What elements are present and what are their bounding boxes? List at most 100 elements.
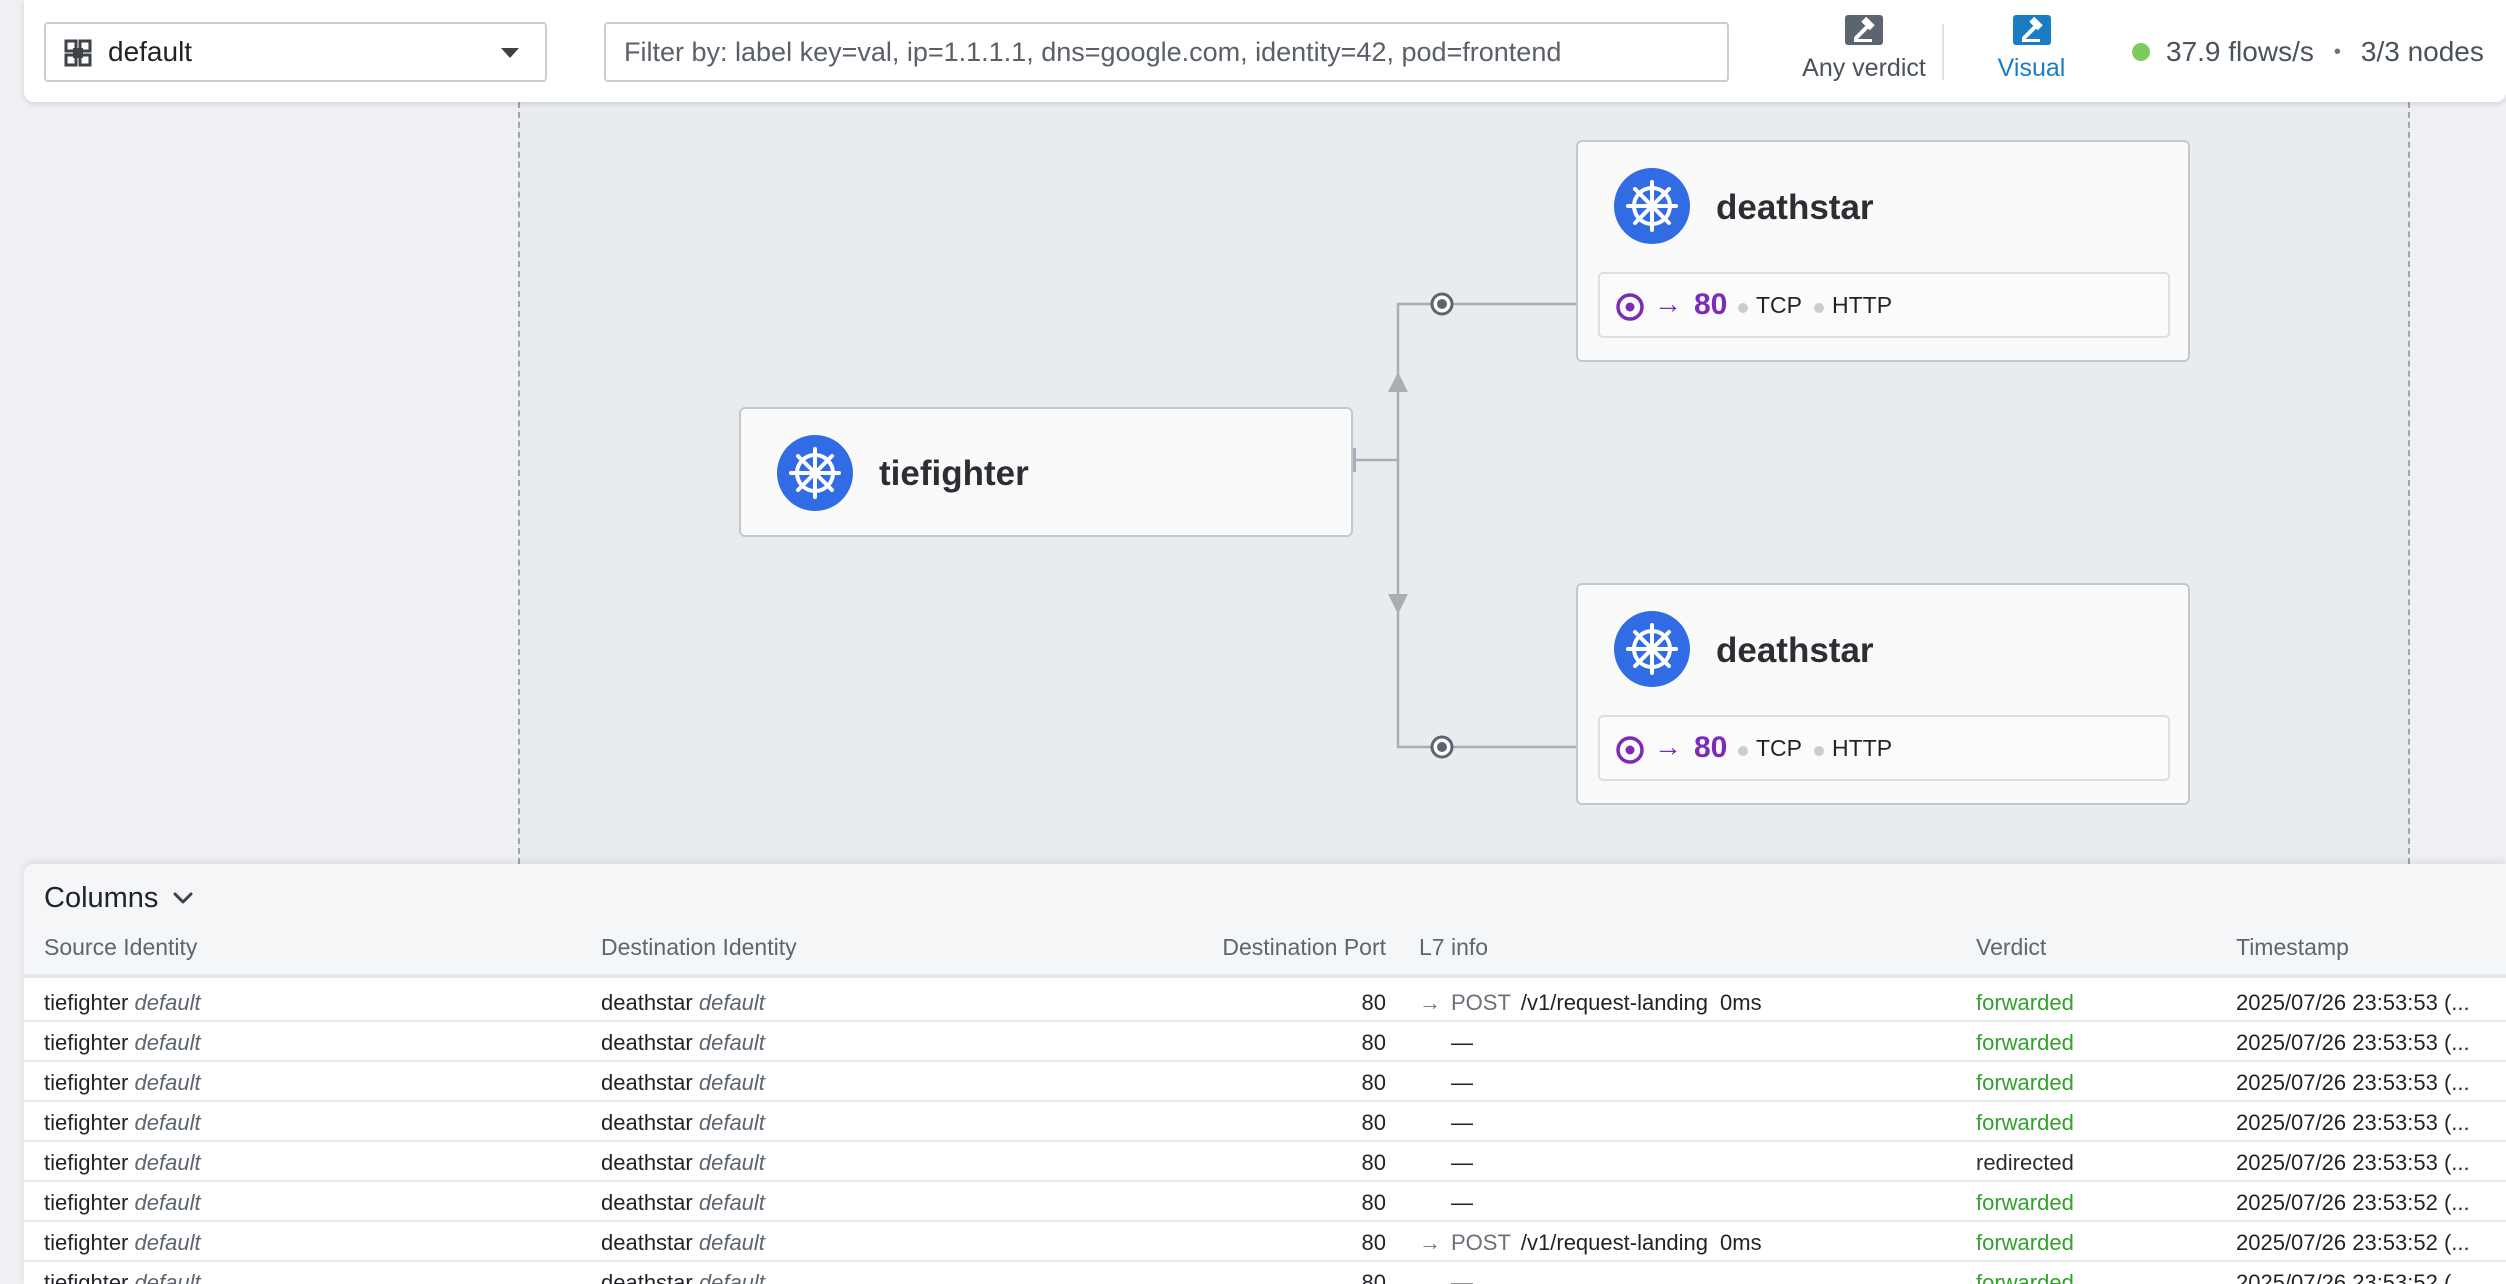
visual-toggle-label: Visual (1997, 54, 2066, 82)
kubernetes-icon (1614, 611, 1690, 687)
verdict: forwarded (1976, 1110, 2074, 1135)
status-ok-icon (2132, 43, 2150, 61)
protocol-http: HTTP (1832, 735, 1893, 761)
destination-identity: deathstar default (601, 1270, 765, 1284)
columns-button[interactable]: Columns (44, 878, 194, 918)
l7-empty: — (1451, 1270, 1473, 1284)
kubernetes-icon (777, 435, 853, 511)
service-card-source[interactable]: tiefighter (739, 407, 1353, 537)
column-header-destination[interactable]: Destination Identity (601, 934, 797, 961)
verdict: forwarded (1976, 1070, 2074, 1095)
service-title: tiefighter (879, 454, 1029, 493)
verdict: forwarded (1976, 1230, 2074, 1255)
l7-path: /v1/request-landing (1520, 1230, 1709, 1255)
destination-name: deathstar (601, 1030, 693, 1055)
source-namespace: default (134, 1110, 201, 1135)
flows-table: Columns Source Identity Destination Iden… (24, 864, 2506, 1284)
source-identity: tiefighter default (44, 1070, 201, 1096)
service-title: deathstar (1716, 631, 1874, 670)
port-target-icon (1616, 736, 1644, 764)
verdict: forwarded (1976, 1030, 2074, 1055)
destination-name: deathstar (601, 1190, 693, 1215)
destination-namespace: default (698, 1230, 765, 1255)
destination-port: 80 (1361, 1030, 1386, 1055)
source-identity: tiefighter default (44, 1110, 201, 1136)
table-row[interactable]: tiefighter default deathstar default 80— fo… (24, 1102, 2506, 1142)
l7-empty: — (1451, 1110, 1473, 1135)
table-row[interactable]: tiefighter default deathstar default 80 → PO… (24, 982, 2506, 1022)
verdict-filter-button[interactable]: Any verdict (1764, 14, 1964, 90)
header-divider (24, 974, 2506, 978)
source-namespace: default (134, 1190, 201, 1215)
protocol-tcp: TCP (1756, 292, 1802, 318)
columns-label: Columns (44, 881, 159, 914)
destination-port: 80 (1361, 1270, 1386, 1284)
table-row[interactable]: tiefighter default deathstar default 80— fo… (24, 1182, 2506, 1222)
source-name: tiefighter (44, 1110, 129, 1135)
service-card-destination[interactable]: deathstar → 80 TCP HTTP (1576, 140, 2190, 362)
namespace-label: default (108, 36, 193, 67)
verdict: forwarded (1976, 1270, 2074, 1284)
toolbar-divider (1942, 24, 1944, 80)
destination-port: 80 (1361, 1110, 1386, 1135)
destination-identity: deathstar default (601, 1230, 765, 1256)
l7-info: — (1419, 1030, 1473, 1056)
column-header-verdict[interactable]: Verdict (1976, 934, 2046, 961)
source-namespace: default (134, 990, 201, 1015)
port-target-icon (1616, 293, 1644, 321)
table-row[interactable]: tiefighter default deathstar default 80 — fo… (24, 1022, 2506, 1062)
column-header-port[interactable]: Destination Port (1124, 934, 1386, 961)
flows-rate: 37.9 flows/s (2166, 36, 2314, 67)
filter-input[interactable] (604, 22, 1729, 82)
visual-icon (2012, 15, 2051, 45)
destination-identity: deathstar default (601, 1110, 765, 1136)
column-header-source[interactable]: Source Identity (44, 934, 197, 961)
destination-port: 80 (1361, 1150, 1386, 1175)
table-row[interactable]: tiefighter default deathstar default 80 — fo… (24, 1262, 2506, 1284)
port-number: 80 (1694, 731, 1728, 764)
column-header-l7[interactable]: L7 info (1419, 934, 1488, 961)
destination-namespace: default (698, 990, 765, 1015)
source-identity: tiefighter default (44, 1270, 201, 1284)
source-name: tiefighter (44, 1190, 129, 1215)
destination-namespace: default (698, 1190, 765, 1215)
destination-identity: deathstar default (601, 1030, 765, 1056)
l7-method: POST (1451, 1230, 1511, 1255)
separator-dot (1738, 746, 1748, 756)
table-row[interactable]: tiefighter default deathstar default 80 → PO… (24, 1222, 2506, 1262)
source-namespace: default (134, 1150, 201, 1175)
destination-identity: deathstar default (601, 1190, 765, 1216)
namespace-select[interactable]: default (44, 22, 547, 82)
separator-dot (1738, 303, 1748, 313)
table-row[interactable]: tiefighter default deathstar default 80— re… (24, 1142, 2506, 1182)
namespace-icon (64, 39, 92, 67)
service-card-destination[interactable]: deathstar → 80 TCP HTTP (1576, 583, 2190, 805)
source-name: tiefighter (44, 1230, 129, 1255)
visual-toggle-button[interactable]: Visual (1969, 14, 2094, 90)
port-row[interactable]: → 80 TCP HTTP (1598, 272, 2170, 338)
destination-name: deathstar (601, 1110, 693, 1135)
l7-info: — (1419, 1070, 1473, 1096)
service-map[interactable]: tiefighter deathstar → 80 TCP HTTP death… (0, 102, 2506, 864)
timestamp: 2025/07/26 23:53:52 (... (2236, 1270, 2470, 1284)
chevron-down-icon (173, 892, 193, 904)
port-row[interactable]: → 80 TCP HTTP (1598, 715, 2170, 781)
destination-name: deathstar (601, 1150, 693, 1175)
destination-namespace: default (698, 1270, 765, 1284)
table-row[interactable]: tiefighter default deathstar default 80— fo… (24, 1062, 2506, 1102)
destination-namespace: default (698, 1110, 765, 1135)
destination-namespace: default (698, 1030, 765, 1055)
timestamp: 2025/07/26 23:53:53 (... (2236, 990, 2470, 1015)
l7-info: → POST/v1/request-landing 0ms (1419, 990, 1762, 1016)
l7-latency: 0ms (1720, 990, 1762, 1015)
column-header-timestamp[interactable]: Timestamp (2236, 934, 2349, 961)
port-arrow-icon: → (1654, 288, 1682, 319)
source-identity: tiefighter default (44, 990, 201, 1016)
verdict: forwarded (1976, 990, 2074, 1015)
destination-name: deathstar (601, 990, 693, 1015)
source-identity: tiefighter default (44, 1030, 201, 1056)
l7-path: /v1/request-landing (1520, 990, 1709, 1015)
source-identity: tiefighter default (44, 1230, 201, 1256)
destination-identity: deathstar default (601, 1070, 765, 1096)
l7-empty: — (1451, 1070, 1473, 1095)
